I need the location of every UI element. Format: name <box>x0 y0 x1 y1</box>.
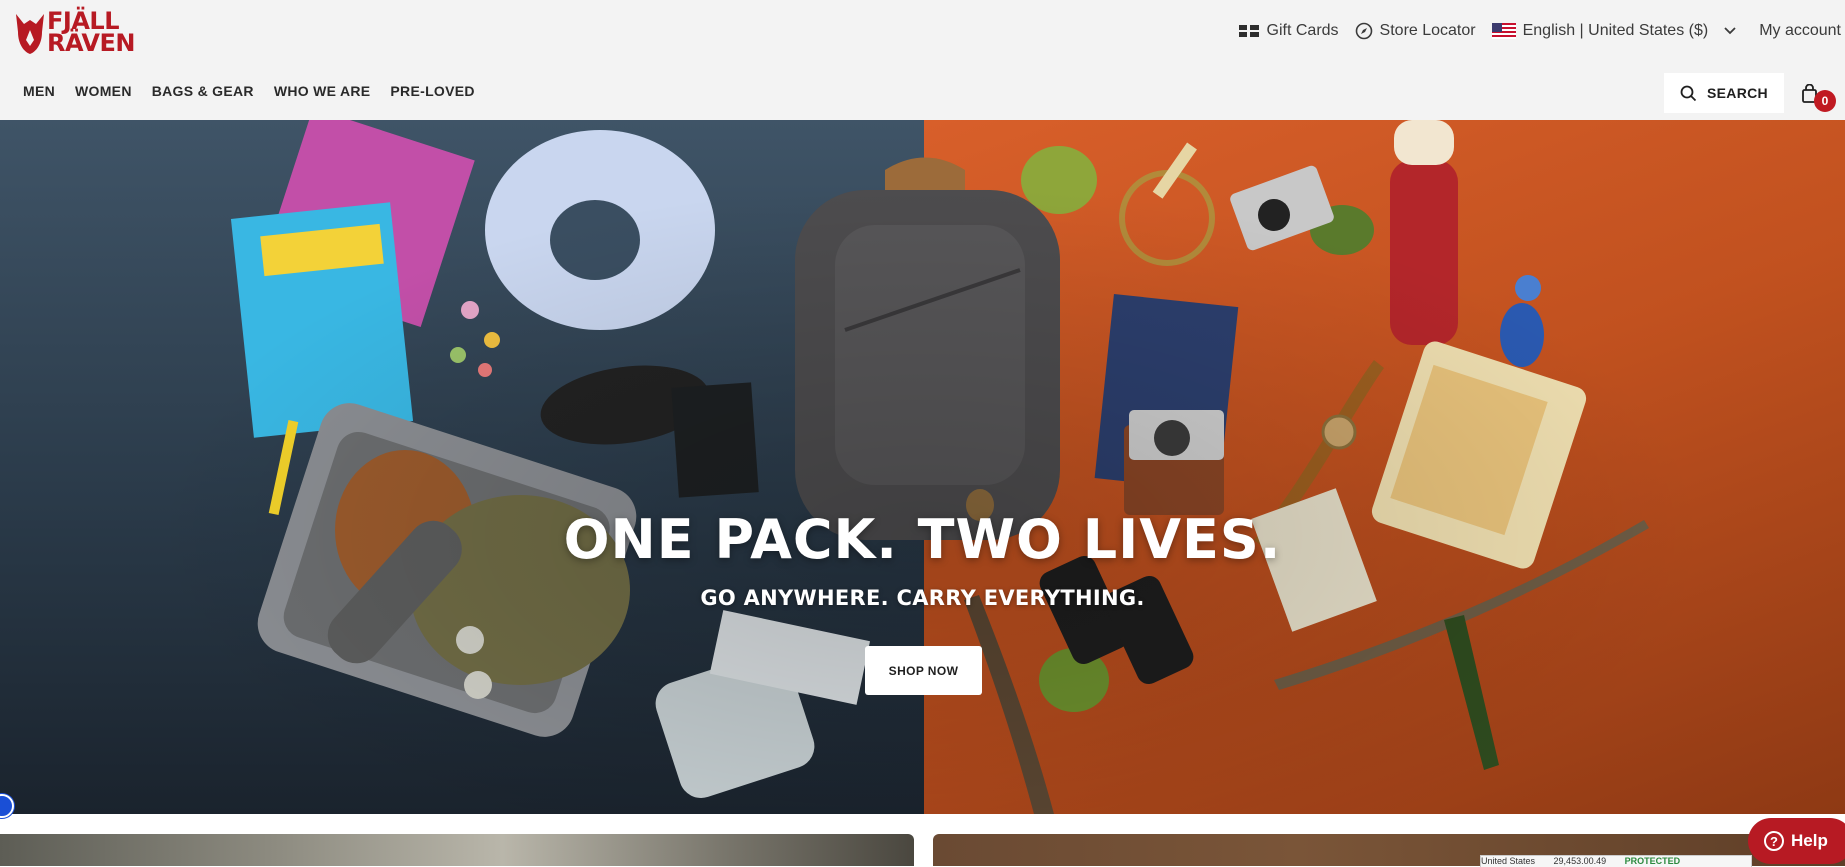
help-question-icon: ? <box>1764 831 1784 851</box>
nav-item-women[interactable]: WOMEN <box>75 83 132 99</box>
cart-button[interactable]: 0 <box>1801 82 1836 112</box>
hero-subheadline: GO ANYWHERE. CARRY EVERYTHING. <box>700 586 1145 610</box>
hero-banner[interactable]: ONE PACK. TWO LIVES. GO ANYWHERE. CARRY … <box>0 120 1845 814</box>
brand-logo[interactable]: FJÄLL RÄVEN <box>12 8 147 58</box>
chevron-down-icon <box>1724 27 1736 35</box>
nav-item-who-we-are[interactable]: WHO WE ARE <box>274 83 371 99</box>
gift-cards-link[interactable]: Gift Cards <box>1238 22 1339 40</box>
promo-tile-left[interactable] <box>0 834 914 866</box>
us-flag-icon <box>1491 23 1516 39</box>
gift-cards-label: Gift Cards <box>1266 22 1339 39</box>
nav-item-bags-gear[interactable]: BAGS & GEAR <box>152 83 254 99</box>
nav-item-pre-loved[interactable]: PRE-LOVED <box>390 83 474 99</box>
trust-country: United States <box>1481 856 1536 866</box>
trust-status: PROTECTED <box>1624 856 1681 866</box>
gift-card-icon <box>1238 25 1259 37</box>
help-button[interactable]: ? Help <box>1748 818 1845 864</box>
nav-item-men[interactable]: MEN <box>23 83 55 99</box>
store-locator-label: Store Locator <box>1379 22 1476 39</box>
compass-icon <box>1355 22 1372 40</box>
utility-bar: Gift Cards Store Locator English | Unite… <box>1238 19 1845 43</box>
language-selector[interactable]: English | United States ($) <box>1491 22 1744 40</box>
search-icon <box>1680 85 1697 101</box>
main-nav: MEN WOMEN BAGS & GEAR WHO WE ARE PRE-LOV… <box>23 83 495 99</box>
hero-overlay <box>0 120 1845 814</box>
trust-price: 29,453.00.49 <box>1553 856 1607 866</box>
cart-count-badge: 0 <box>1814 90 1836 112</box>
fox-logo-icon <box>16 14 44 54</box>
brand-wordmark: FJÄLL RÄVEN <box>47 9 157 57</box>
search-label: SEARCH <box>1707 85 1768 101</box>
search-button[interactable]: SEARCH <box>1664 73 1784 113</box>
my-account-label: My account <box>1759 22 1841 39</box>
shop-now-button[interactable]: SHOP NOW <box>865 646 982 695</box>
site-header: FJÄLL RÄVEN Gift Cards Store Locator Eng… <box>0 0 1845 120</box>
hero-headline: ONE PACK. TWO LIVES. <box>563 508 1282 571</box>
trust-badge-bar: United States 29,453.00.49 PROTECTED <box>1480 855 1752 867</box>
help-label: Help <box>1791 831 1828 850</box>
store-locator-link[interactable]: Store Locator <box>1355 22 1476 40</box>
language-label: English | United States ($) <box>1522 22 1709 39</box>
brand-wordmark-line2: RÄVEN <box>47 29 135 57</box>
my-account-link[interactable]: My account <box>1759 22 1841 40</box>
